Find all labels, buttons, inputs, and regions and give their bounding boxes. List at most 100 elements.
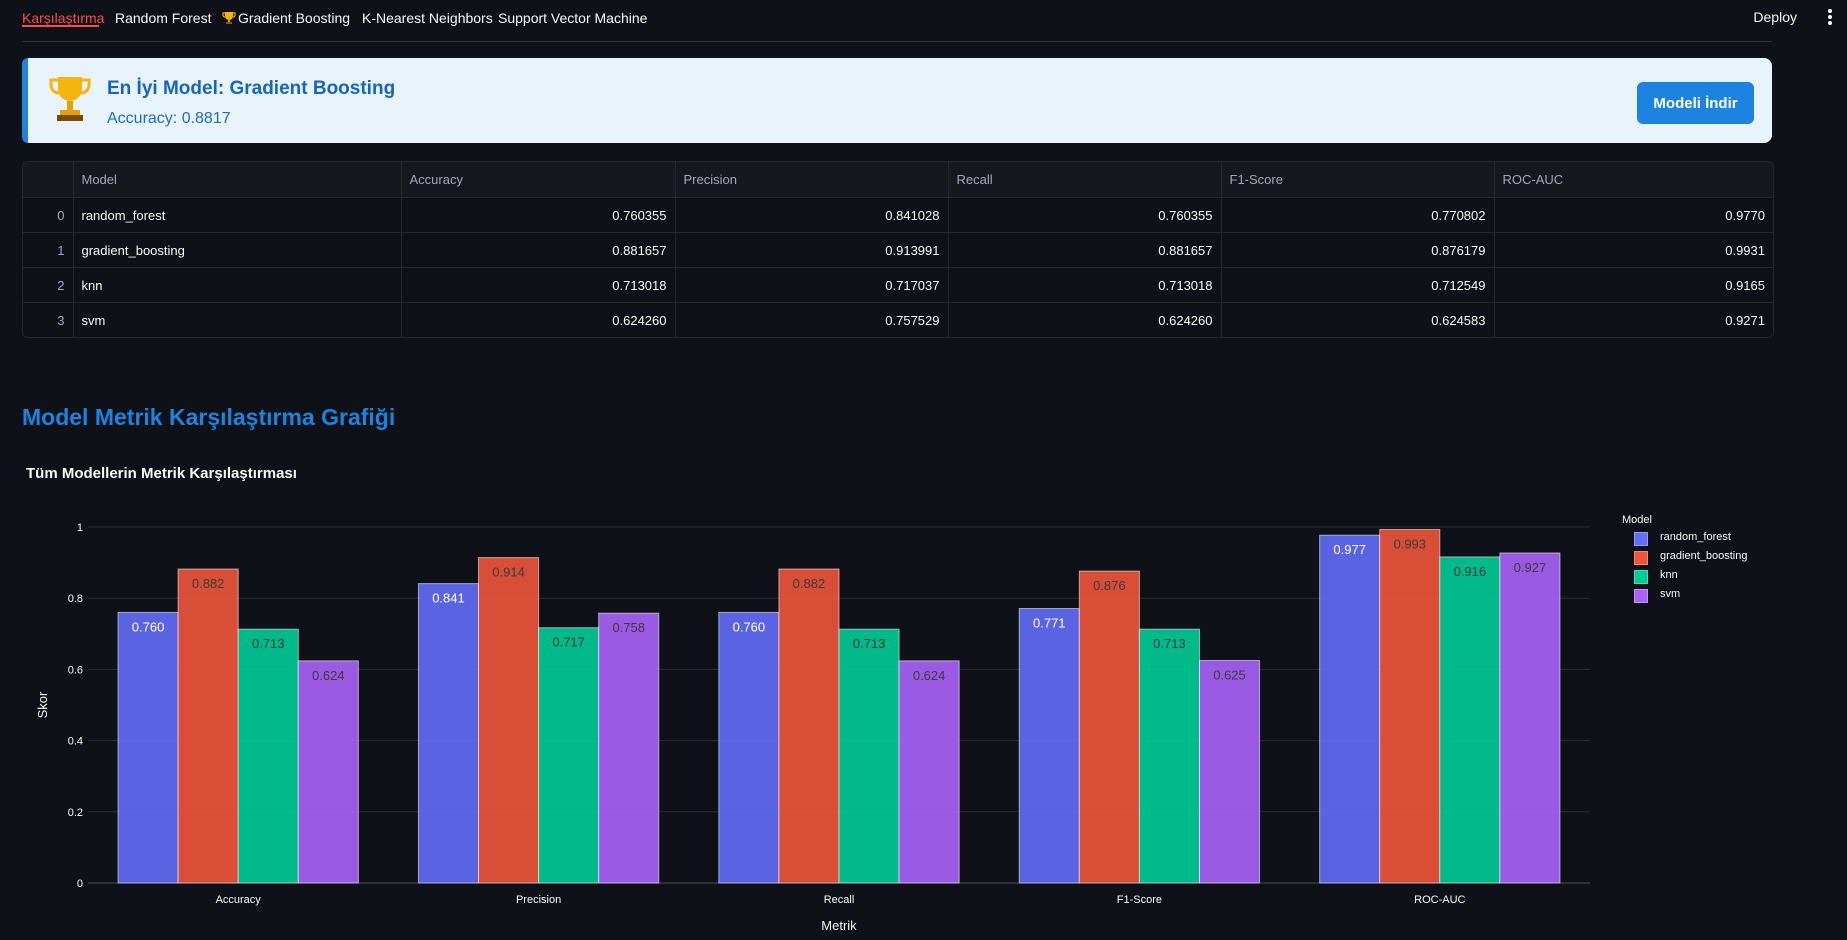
- table-row[interactable]: 2 knn 0.713018 0.717037 0.713018 0.71254…: [23, 267, 1773, 303]
- bar-random_forest: [417, 583, 480, 884]
- bar-gradient_boosting: [1078, 570, 1140, 884]
- bar-value-label: 0.760: [733, 619, 766, 634]
- precision-cell: 0.841028: [675, 197, 949, 233]
- legend-label: svm: [1660, 588, 1681, 600]
- active-tab-indicator: [22, 25, 99, 27]
- tab-svm[interactable]: Support Vector Machine: [498, 10, 647, 26]
- bar-svm: [1198, 660, 1261, 884]
- bar-svm: [297, 660, 359, 884]
- f1-cell: 0.712549: [1221, 267, 1495, 303]
- column-header[interactable]: Accuracy: [401, 162, 676, 198]
- section-title: Model Metrik Karşılaştırma Grafiği: [22, 404, 396, 430]
- accuracy-cell: 0.881657: [401, 232, 676, 268]
- column-header[interactable]: [23, 162, 74, 198]
- legend-swatch: [1634, 589, 1648, 603]
- column-header[interactable]: F1-Score: [1221, 162, 1495, 198]
- model-cell: random_forest: [73, 197, 402, 233]
- best-model-title: En İyi Model: Gradient Boosting: [107, 78, 396, 99]
- tab-label: Support Vector Machine: [498, 10, 648, 26]
- bar-value-label: 0.841: [432, 591, 465, 606]
- precision-cell: 0.913991: [675, 232, 949, 268]
- trophy-icon: [222, 12, 236, 24]
- bar-value-label: 0.713: [252, 636, 285, 651]
- bar-value-label: 0.760: [132, 619, 165, 634]
- model-cell: gradient_boosting: [73, 232, 402, 268]
- bar-gradient_boosting: [1379, 528, 1441, 884]
- precision-cell: 0.717037: [675, 267, 949, 303]
- roc-auc-cell: 0.9931: [1494, 232, 1773, 268]
- bar-gradient_boosting: [177, 568, 239, 884]
- bar-random_forest: [1018, 608, 1080, 884]
- legend-label: knn: [1660, 569, 1678, 581]
- banner-accent-bar: [22, 58, 28, 143]
- chart-legend[interactable]: Model random_forest gradient_boosting knn s…: [1622, 514, 1747, 606]
- accuracy-cell: 0.713018: [401, 267, 676, 303]
- recall-cell: 0.624260: [948, 302, 1222, 337]
- row-index: 1: [23, 232, 74, 268]
- metrics-table[interactable]: Model Accuracy Precision Recall F1-Score…: [22, 161, 1774, 338]
- bar-knn: [1138, 628, 1200, 884]
- bar-value-label: 0.624: [312, 668, 345, 683]
- bar-value-label: 0.771: [1033, 616, 1066, 631]
- accuracy-cell: 0.624260: [401, 302, 676, 337]
- column-header[interactable]: Recall: [948, 162, 1222, 198]
- legend-item-knn[interactable]: knn: [1622, 568, 1678, 587]
- row-index: 3: [23, 302, 74, 337]
- table-header-row: Model Accuracy Precision Recall F1-Score…: [23, 162, 1773, 198]
- f1-cell: 0.624583: [1221, 302, 1495, 337]
- column-header[interactable]: Model: [73, 162, 402, 198]
- y-tick-label: 0.8: [68, 593, 83, 605]
- tab-gradient-boosting[interactable]: Gradient Boosting: [222, 10, 350, 26]
- bar-value-label: 0.993: [1393, 536, 1426, 551]
- bar-value-label: 0.624: [913, 668, 946, 683]
- kebab-menu-icon[interactable]: [1827, 8, 1833, 26]
- column-header[interactable]: Precision: [675, 162, 949, 198]
- bar-value-label: 0.717: [552, 635, 585, 650]
- roc-auc-cell: 0.9165: [1494, 267, 1773, 303]
- bar-value-label: 0.625: [1213, 668, 1246, 683]
- tab-karsilastirma[interactable]: Karşılaştırma: [22, 10, 104, 27]
- tab-knn[interactable]: K-Nearest Neighbors: [362, 10, 493, 26]
- tab-label: K-Nearest Neighbors: [362, 10, 493, 26]
- bar-value-label: 0.914: [492, 565, 525, 580]
- bar-value-label: 0.713: [1153, 636, 1186, 651]
- y-tick-label: 0.2: [68, 807, 83, 819]
- bar-svm: [1499, 552, 1561, 884]
- f1-cell: 0.770802: [1221, 197, 1495, 233]
- bar-knn: [1439, 556, 1501, 884]
- column-header[interactable]: ROC-AUC: [1494, 162, 1773, 198]
- legend-swatch: [1634, 570, 1648, 584]
- bar-random_forest: [117, 611, 179, 884]
- tab-random-forest[interactable]: Random Forest: [115, 10, 211, 26]
- legend-swatch: [1634, 532, 1648, 546]
- bar-value-label: 0.876: [1093, 578, 1126, 593]
- bar-value-label: 0.713: [853, 636, 886, 651]
- bar-knn: [237, 628, 299, 884]
- bar-gradient_boosting: [778, 568, 840, 884]
- model-cell: svm: [73, 302, 402, 337]
- table-row[interactable]: 3 svm 0.624260 0.757529 0.624260 0.62458…: [23, 302, 1773, 337]
- legend-item-gradient_boosting[interactable]: gradient_boosting: [1622, 549, 1747, 568]
- x-tick-label: Precision: [516, 894, 561, 906]
- x-tick-label: F1-Score: [1117, 894, 1162, 906]
- legend-item-svm[interactable]: svm: [1622, 587, 1680, 606]
- f1-cell: 0.876179: [1221, 232, 1495, 268]
- metric-comparison-chart[interactable]: 0 0.2 0.4 0.6 0.8 1 0.760 0.882 0.713 0.624 Accura…: [0, 490, 1610, 940]
- y-tick-label: 0.6: [68, 664, 83, 676]
- precision-cell: 0.757529: [675, 302, 949, 337]
- legend-item-random_forest[interactable]: random_forest: [1622, 530, 1731, 549]
- bar-random_forest: [1319, 534, 1381, 884]
- deploy-button[interactable]: Deploy: [1753, 9, 1797, 25]
- x-axis-title: Metrik: [821, 918, 857, 933]
- table-row[interactable]: 0 random_forest 0.760355 0.841028 0.7603…: [23, 197, 1773, 233]
- download-model-button[interactable]: Modeli İndir: [1637, 82, 1754, 124]
- x-tick-label: Recall: [824, 894, 855, 906]
- bar-value-label: 0.927: [1514, 560, 1547, 575]
- table-row[interactable]: 1 gradient_boosting 0.881657 0.913991 0.…: [23, 232, 1773, 268]
- bar-knn: [538, 627, 600, 884]
- accuracy-cell: 0.760355: [401, 197, 676, 233]
- bar-gradient_boosting: [478, 557, 540, 884]
- recall-cell: 0.881657: [948, 232, 1222, 268]
- bar-svm: [598, 612, 660, 884]
- chart-title: Tüm Modellerin Metrik Karşılaştırması: [26, 465, 297, 482]
